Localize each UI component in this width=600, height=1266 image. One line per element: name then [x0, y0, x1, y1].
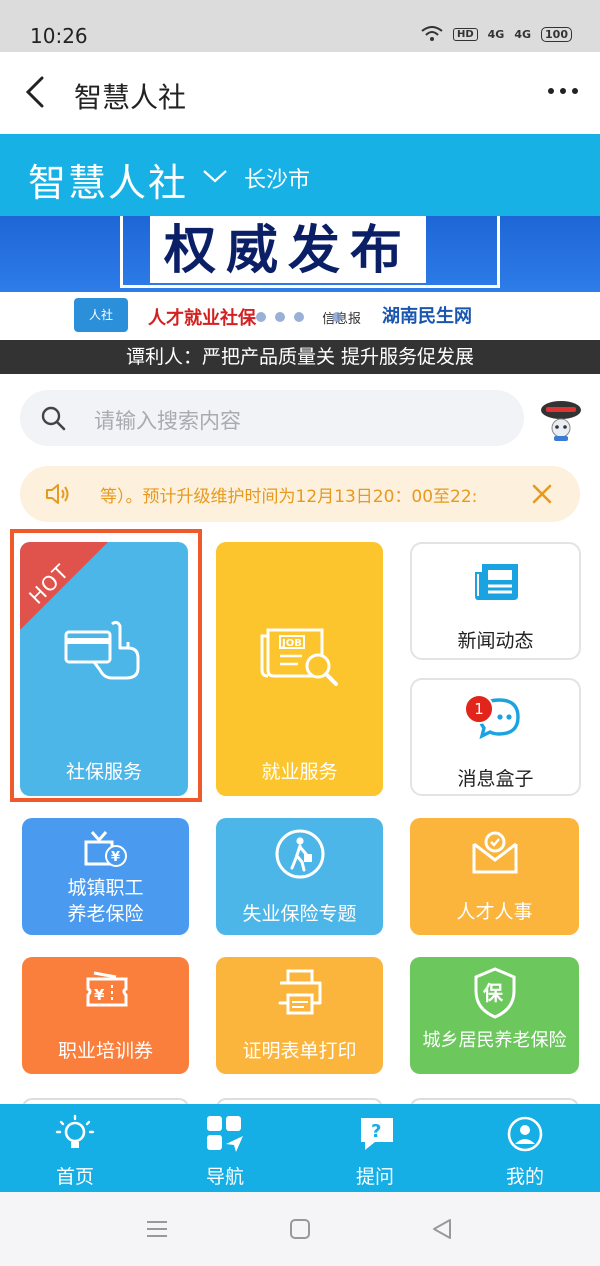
- banner-caption[interactable]: 谭利人：严把产品质量关 提升服务促发展: [0, 340, 600, 374]
- carousel-dot[interactable]: [256, 312, 266, 322]
- page-title: 智慧人社: [74, 81, 187, 114]
- printer-icon: [278, 969, 322, 1015]
- certificate-print-label: 证明表单打印: [242, 1040, 357, 1062]
- system-navigation-bar: [0, 1192, 600, 1266]
- brand-header: 智慧人社 长沙市: [0, 134, 600, 216]
- tab-home-label: 首页: [55, 1166, 94, 1188]
- tab-mine[interactable]: 我的: [450, 1104, 600, 1192]
- recents-menu-icon[interactable]: [146, 1220, 168, 1238]
- social-insurance-label: 社保服务: [65, 761, 142, 783]
- grid-plane-icon: [207, 1116, 243, 1152]
- urban-pension-label-2: 养老保险: [67, 903, 144, 925]
- job-newspaper-icon: JOB: [260, 628, 338, 686]
- svg-text:JOB: JOB: [281, 638, 302, 649]
- rural-pension-label: 城乡居民养老保险: [422, 1030, 567, 1051]
- certificate-print-tile[interactable]: 证明表单打印: [216, 957, 383, 1074]
- voucher-ticket-icon: ¥: [86, 971, 128, 1007]
- status-icons: HD 4G 4G 100: [421, 26, 572, 42]
- training-voucher-tile[interactable]: ¥ 职业培训券: [22, 957, 189, 1074]
- svg-text:保: 保: [482, 981, 504, 1005]
- banner-logo-left: 人社: [74, 298, 128, 332]
- status-time: 10:26: [30, 24, 88, 48]
- robot-assistant-icon[interactable]: [538, 396, 584, 442]
- unemployment-label: 失业保险专题: [242, 903, 357, 925]
- carousel-dot[interactable]: [294, 312, 304, 322]
- search-icon: [41, 406, 66, 431]
- walking-person-icon: [275, 829, 325, 879]
- employment-tile[interactable]: JOB 就业服务: [216, 542, 383, 796]
- newspaper-icon: [475, 564, 518, 600]
- message-box-label: 消息盒子: [457, 768, 534, 790]
- banner-carousel[interactable]: 权威发布 人社 人才就业社保 信息报 湖南民生网: [0, 216, 600, 340]
- tab-navigation-label: 导航: [205, 1166, 244, 1188]
- gift-yuan-icon: ¥: [84, 831, 127, 867]
- svg-text:¥: ¥: [111, 850, 120, 865]
- talent-label: 人才人事: [456, 901, 533, 923]
- carousel-dot-active[interactable]: [313, 312, 323, 322]
- signal-icon: 4G: [487, 27, 505, 41]
- wifi-icon: [421, 26, 443, 41]
- search-bar[interactable]: 请输入搜索内容: [20, 390, 524, 446]
- urban-pension-tile[interactable]: ¥ 城镇职工 养老保险: [22, 818, 189, 935]
- talent-envelope-icon: [472, 831, 518, 874]
- notice-text: 等）。预计升级维护时间为12月13日20：00至22:: [100, 487, 478, 507]
- message-box-tile[interactable]: 1 消息盒子: [410, 678, 581, 796]
- hd-badge: HD: [452, 27, 478, 41]
- tab-ask[interactable]: ? 提问: [300, 1104, 450, 1192]
- svg-text:?: ?: [371, 1121, 381, 1142]
- card-hand-icon: [64, 620, 140, 680]
- carousel-indicator: [256, 312, 342, 322]
- speaker-icon: [46, 484, 69, 504]
- training-voucher-label: 职业培训券: [57, 1040, 153, 1062]
- city-selector[interactable]: 长沙市: [244, 162, 310, 194]
- shield-icon: 保: [474, 967, 516, 1019]
- news-label: 新闻动态: [457, 630, 534, 652]
- user-avatar-icon: [507, 1116, 543, 1152]
- carousel-dot[interactable]: [332, 312, 342, 322]
- talent-tile[interactable]: 人才人事: [410, 818, 579, 935]
- carousel-dot[interactable]: [275, 312, 285, 322]
- unemployment-tile[interactable]: 失业保险专题: [216, 818, 383, 935]
- urban-pension-label-1: 城镇职工: [67, 877, 144, 899]
- question-bubble-icon: ?: [361, 1118, 393, 1150]
- brand-title: 智慧人社: [28, 161, 189, 205]
- social-insurance-tile[interactable]: HOT 社保服务: [20, 542, 188, 796]
- svg-text:¥: ¥: [94, 986, 105, 1004]
- unread-badge: 1: [464, 694, 494, 724]
- search-input[interactable]: 请输入搜索内容: [94, 405, 241, 435]
- bottom-tab-bar: 首页 导航 ? 提问 我的: [0, 1104, 600, 1192]
- chevron-down-icon[interactable]: [202, 168, 228, 184]
- status-bar: 10:26 HD 4G 4G 100: [0, 0, 600, 52]
- banner-headline: 权威发布: [150, 216, 427, 283]
- tab-home[interactable]: 首页: [0, 1104, 150, 1192]
- home-square-icon[interactable]: [289, 1218, 311, 1240]
- lightbulb-icon: [55, 1114, 95, 1148]
- app-bar: 智慧人社: [0, 52, 600, 134]
- tab-navigation[interactable]: 导航: [150, 1104, 300, 1192]
- banner-logo-mid: 人才就业社保: [148, 308, 256, 329]
- signal-icon-2: 4G: [514, 27, 532, 41]
- battery-icon: 100: [541, 26, 572, 42]
- more-menu-icon[interactable]: [548, 88, 578, 94]
- tab-mine-label: 我的: [505, 1166, 544, 1188]
- back-triangle-icon[interactable]: [430, 1218, 454, 1240]
- banner-logo-right: 湖南民生网: [382, 306, 472, 327]
- notice-bar[interactable]: 等）。预计升级维护时间为12月13日20：00至22:: [20, 466, 580, 522]
- close-icon[interactable]: [530, 482, 554, 506]
- rural-pension-tile[interactable]: 保 城乡居民养老保险: [410, 957, 579, 1074]
- back-arrow-icon[interactable]: [22, 74, 52, 110]
- tab-ask-label: 提问: [355, 1166, 394, 1188]
- employment-label: 就业服务: [261, 761, 338, 783]
- news-tile[interactable]: 新闻动态: [410, 542, 581, 660]
